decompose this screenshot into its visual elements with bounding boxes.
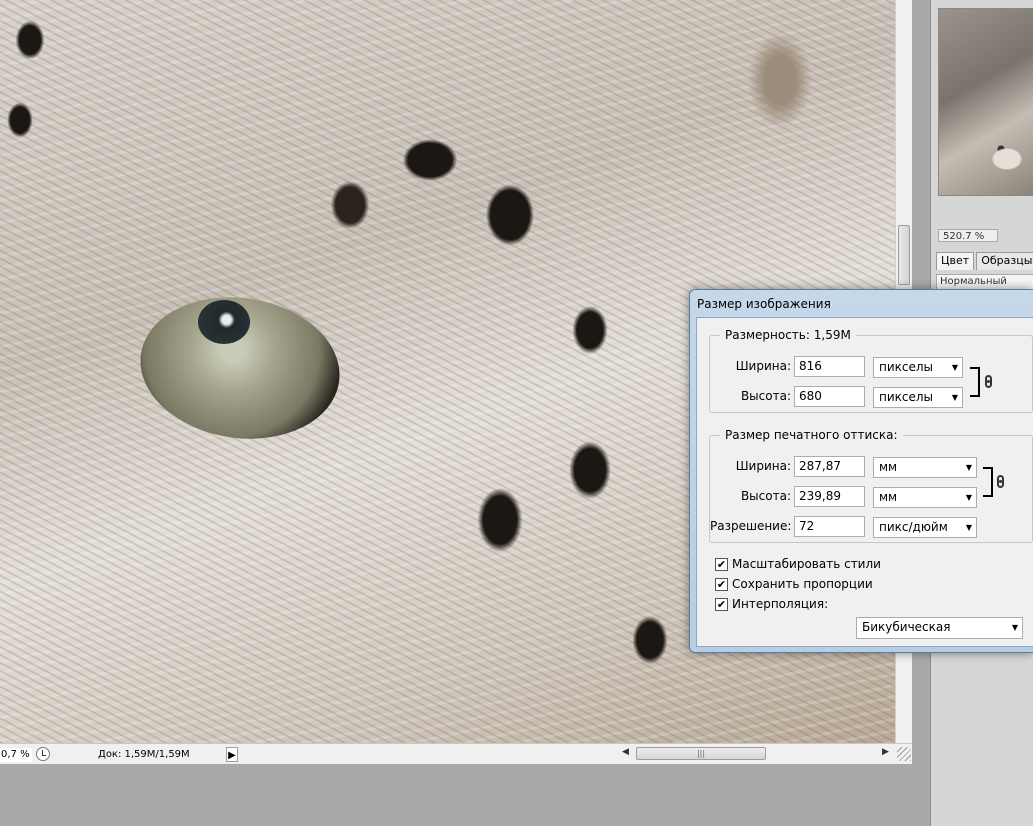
chevron-down-icon: ▼: [965, 493, 972, 502]
scale-styles-checkbox[interactable]: ✔: [715, 557, 728, 571]
timer-icon[interactable]: [36, 747, 50, 761]
constrain-proportions-checkbox-row[interactable]: ✔ Сохранить пропорции: [715, 576, 873, 592]
dialog-body: Размерность: 1,59M Ширина: 816 пикселы ▼…: [696, 317, 1033, 647]
doc-width-label: Ширина:: [735, 459, 791, 473]
pixel-width-label: Ширина:: [735, 359, 791, 373]
eye-highlight-image: [198, 300, 250, 344]
resize-grip-icon[interactable]: [897, 747, 911, 761]
pixel-dimensions-legend: Размерность: 1,59M: [720, 328, 856, 342]
pixel-width-unit-select[interactable]: пикселы ▼: [873, 357, 963, 378]
pixel-width-input[interactable]: 816: [794, 356, 865, 377]
resample-checkbox[interactable]: ✔: [715, 597, 728, 611]
chevron-down-icon: ▼: [951, 363, 958, 372]
pixel-dimensions-group: Размерность: 1,59M Ширина: 816 пикселы ▼…: [709, 328, 1033, 413]
doc-height-input[interactable]: 239,89: [794, 486, 865, 507]
pixel-height-unit-select[interactable]: пикселы ▼: [873, 387, 963, 408]
doc-width-input[interactable]: 287,87: [794, 456, 865, 477]
image-size-dialog: Размер изображения Размерность: 1,59M Ши…: [689, 289, 1033, 653]
document-info: Док: 1,59M/1,59M: [98, 749, 190, 760]
pixel-height-input[interactable]: 680: [794, 386, 865, 407]
resample-method-select[interactable]: Бикубическая ▼: [856, 617, 1023, 639]
pixel-proportion-bracket: [970, 367, 980, 397]
document-size-legend: Размер печатного оттиска:: [720, 428, 903, 442]
pixel-dimensions-label: Размерность:: [725, 328, 810, 342]
status-menu-arrow-icon[interactable]: ▶: [226, 747, 238, 762]
status-bar: 0,7 % Док: 1,59M/1,59M ▶ ◀ ||| ▶: [0, 743, 912, 764]
constrain-proportions-label: Сохранить пропорции: [732, 577, 873, 591]
pixel-dimensions-size: 1,59M: [813, 328, 851, 342]
chevron-down-icon: ▼: [965, 523, 972, 532]
scroll-right-icon[interactable]: ▶: [882, 747, 889, 757]
horizontal-scroll-thumb[interactable]: |||: [636, 747, 766, 760]
chain-link-icon: [985, 375, 992, 388]
scroll-left-icon[interactable]: ◀: [622, 747, 629, 757]
chevron-down-icon: ▼: [1011, 623, 1018, 632]
resample-label: Интерполяция:: [732, 597, 829, 611]
tab-swatches[interactable]: Образцы: [976, 252, 1033, 270]
pixel-height-unit: пикселы: [879, 390, 934, 404]
pixel-width-unit: пикселы: [879, 360, 934, 374]
document-size-group: Размер печатного оттиска: Ширина: 287,87…: [709, 428, 1033, 543]
scale-styles-checkbox-row[interactable]: ✔ Масштабировать стили: [715, 556, 881, 572]
navigator-thumbnail[interactable]: [938, 8, 1033, 196]
chevron-down-icon: ▼: [965, 463, 972, 472]
resolution-unit: пикс/дюйм: [879, 520, 948, 534]
resample-method: Бикубическая: [862, 620, 951, 634]
doc-height-label: Высота:: [740, 489, 791, 503]
doc-width-unit-select[interactable]: мм ▼: [873, 457, 977, 478]
pixel-height-label: Высота:: [740, 389, 791, 403]
tab-color[interactable]: Цвет: [936, 252, 975, 270]
zoom-readout[interactable]: 0,7 %: [0, 748, 32, 762]
navigator-zoom[interactable]: 520.7 %: [938, 229, 998, 242]
doc-width-unit: мм: [879, 460, 898, 474]
dialog-title: Размер изображения: [697, 297, 831, 311]
chevron-down-icon: ▼: [951, 393, 958, 402]
resolution-unit-select[interactable]: пикс/дюйм ▼: [873, 517, 977, 538]
doc-height-unit-select[interactable]: мм ▼: [873, 487, 977, 508]
resample-checkbox-row[interactable]: ✔ Интерполяция:: [715, 596, 828, 612]
constrain-proportions-checkbox[interactable]: ✔: [715, 577, 728, 591]
chain-link-icon: [997, 475, 1004, 488]
resolution-label: Разрешение:: [710, 519, 792, 533]
doc-proportion-bracket: [983, 467, 993, 497]
doc-height-unit: мм: [879, 490, 898, 504]
blend-mode-select[interactable]: Нормальный: [936, 274, 1033, 290]
vertical-scroll-thumb[interactable]: [898, 225, 910, 285]
panel-tabs: Цвет Образцы: [936, 252, 1033, 270]
resolution-input[interactable]: 72: [794, 516, 865, 537]
scale-styles-label: Масштабировать стили: [732, 557, 881, 571]
